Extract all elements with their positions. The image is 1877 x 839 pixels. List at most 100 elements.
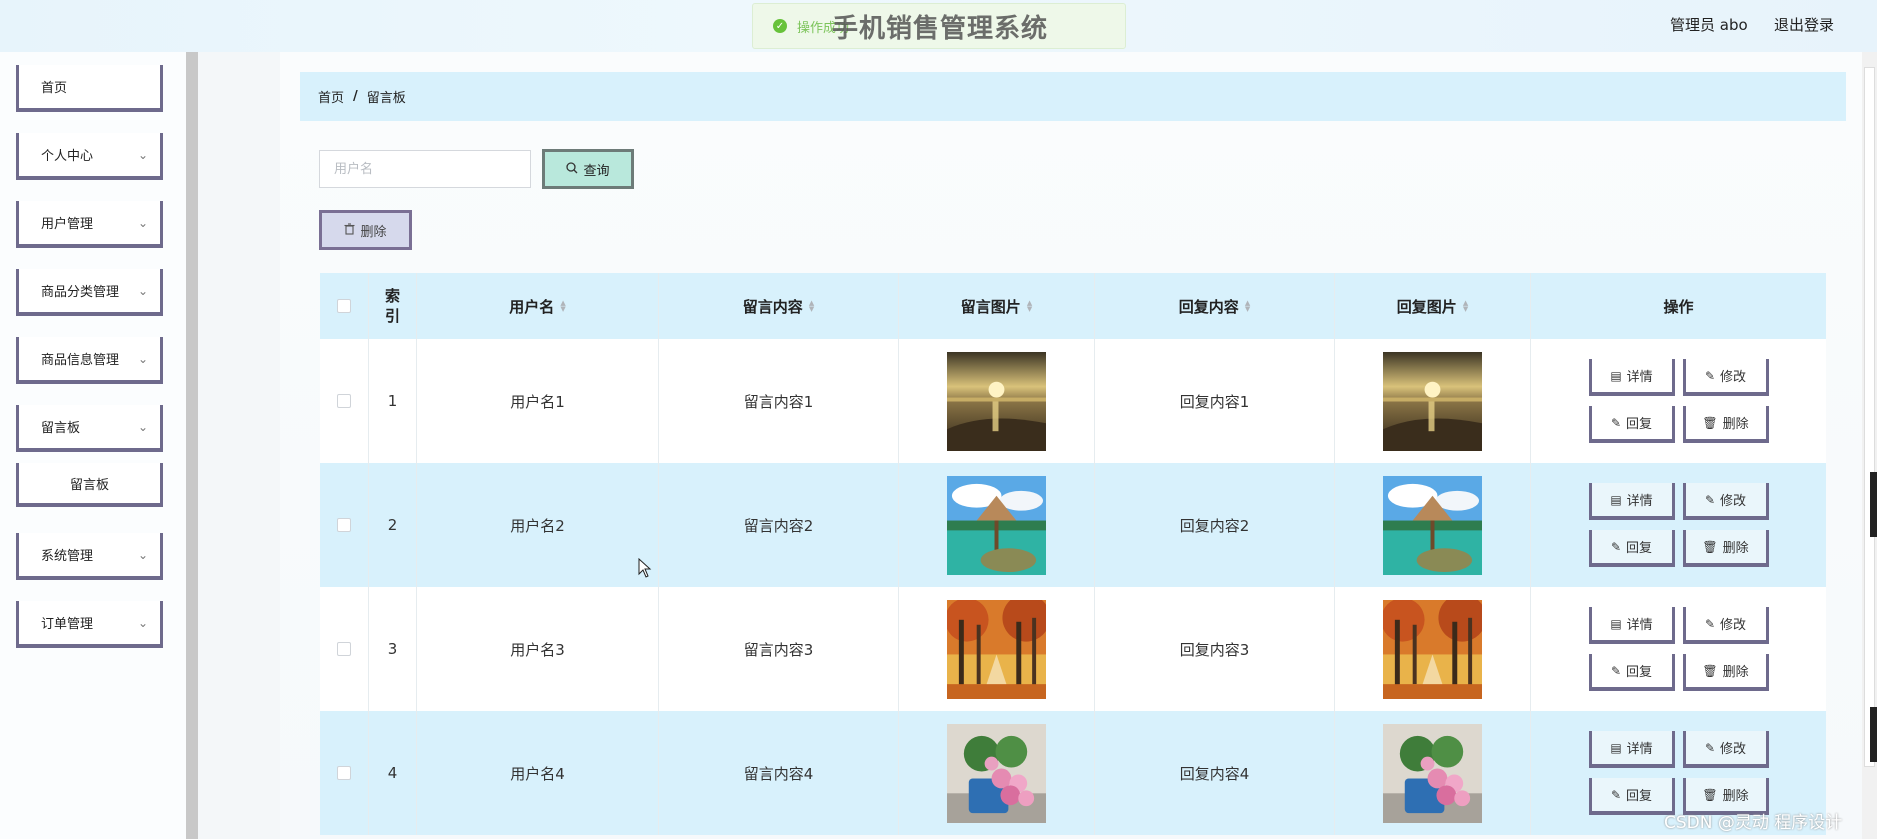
- reply-button[interactable]: ✎ 回复: [1588, 530, 1675, 567]
- edit-button[interactable]: ✎ 修改: [1682, 483, 1769, 520]
- delete-button[interactable]: 🗑 删除: [1682, 530, 1769, 567]
- detail-button-label: 详情: [1626, 370, 1653, 385]
- chevron-down-icon: ⌄: [137, 148, 148, 162]
- sidebar-scrollbar[interactable]: [186, 52, 198, 839]
- scrollbar-handle[interactable]: [1870, 472, 1877, 537]
- pencil-icon: ✎: [1610, 663, 1622, 678]
- reply-button[interactable]: ✎ 回复: [1588, 778, 1675, 815]
- delete-button[interactable]: 🗑 删除: [1682, 406, 1769, 443]
- delete-button[interactable]: 🗑 删除: [1682, 654, 1769, 691]
- chevron-down-icon: ⌄: [137, 216, 148, 230]
- table-row: 2 用户名2 留言内容2 回复内容2 ▤ 详情 ✎ 修改 ✎ 回复 🗑 删除: [320, 463, 1826, 587]
- header-index-line1: 索: [384, 287, 400, 305]
- header-message[interactable]: 留言内容 ▲ ▼: [659, 273, 899, 339]
- detail-button[interactable]: ▤ 详情: [1588, 483, 1675, 520]
- detail-button[interactable]: ▤ 详情: [1588, 731, 1675, 768]
- scrollbar-handle[interactable]: [1870, 707, 1877, 762]
- row-message-image[interactable]: [899, 463, 1095, 587]
- row-message-image[interactable]: [899, 339, 1095, 463]
- edit-button[interactable]: ✎ 修改: [1682, 359, 1769, 396]
- batch-delete-label: 删除: [360, 224, 387, 240]
- row-reply-image[interactable]: [1335, 339, 1531, 463]
- row-checkbox-cell: [320, 463, 369, 587]
- username-search-input[interactable]: [319, 150, 531, 188]
- select-all-checkbox[interactable]: [337, 299, 351, 313]
- document-icon: ▤: [1610, 616, 1622, 631]
- sidebar-item-profile[interactable]: 个人中心 ⌄: [16, 133, 163, 180]
- row-reply-image[interactable]: [1335, 711, 1531, 835]
- row-username: 用户名1: [417, 339, 659, 463]
- row-operations: ▤ 详情 ✎ 修改 ✎ 回复 🗑 删除: [1531, 587, 1826, 711]
- page-scrollbar[interactable]: [1862, 52, 1877, 839]
- header-username[interactable]: 用户名 ▲ ▼: [417, 273, 659, 339]
- batch-delete-button[interactable]: 删除: [319, 210, 412, 250]
- document-icon: ▤: [1610, 368, 1622, 383]
- edit-button[interactable]: ✎ 修改: [1682, 607, 1769, 644]
- delete-button-label: 删除: [1722, 665, 1749, 680]
- document-icon: ▤: [1610, 740, 1622, 755]
- scrollbar-track[interactable]: [1864, 67, 1875, 767]
- row-reply: 回复内容2: [1095, 463, 1335, 587]
- sort-icon: ▲ ▼: [808, 299, 815, 313]
- document-icon: ▤: [1610, 492, 1622, 507]
- logout-link[interactable]: 退出登录: [1774, 14, 1834, 35]
- detail-button[interactable]: ▤ 详情: [1588, 359, 1675, 396]
- sidebar-item-label: 用户管理: [41, 217, 94, 232]
- sidebar-item-users[interactable]: 用户管理 ⌄: [16, 201, 163, 248]
- detail-button-label: 详情: [1626, 742, 1653, 757]
- row-checkbox[interactable]: [337, 766, 351, 780]
- sidebar-item-system[interactable]: 系统管理 ⌄: [16, 533, 163, 580]
- row-reply-image[interactable]: [1335, 587, 1531, 711]
- header-image-label: 留言图片: [960, 297, 1021, 316]
- reply-button-label: 回复: [1626, 665, 1653, 680]
- sort-icon: ▲ ▼: [1244, 299, 1251, 313]
- breadcrumb-home[interactable]: 首页: [318, 87, 344, 106]
- row-message: 留言内容3: [659, 587, 899, 711]
- sidebar-item-label: 商品分类管理: [41, 285, 120, 300]
- sidebar-item-messages[interactable]: 留言板 ⌄: [16, 405, 163, 452]
- row-message: 留言内容2: [659, 463, 899, 587]
- breadcrumb-separator: /: [353, 89, 358, 104]
- edit-button[interactable]: ✎ 修改: [1682, 731, 1769, 768]
- delete-button-label: 删除: [1722, 789, 1749, 804]
- header-image[interactable]: 留言图片 ▲ ▼: [899, 273, 1095, 339]
- header-message-label: 留言内容: [742, 297, 803, 316]
- detail-button-label: 详情: [1626, 618, 1653, 633]
- reply-button-label: 回复: [1626, 789, 1653, 804]
- row-message-image[interactable]: [899, 711, 1095, 835]
- row-reply: 回复内容4: [1095, 711, 1335, 835]
- pencil-icon: ✎: [1610, 415, 1622, 430]
- reply-button[interactable]: ✎ 回复: [1588, 406, 1675, 443]
- header-index-line2: 引: [384, 307, 400, 325]
- table-row: 3 用户名3 留言内容3 回复内容3 ▤ 详情 ✎ 修改 ✎ 回复 🗑 删除: [320, 587, 1826, 711]
- sidebar-item-home[interactable]: 首页: [16, 65, 163, 112]
- row-message-image[interactable]: [899, 587, 1095, 711]
- mouse-cursor-icon: [638, 558, 652, 578]
- sidebar-item-categories[interactable]: 商品分类管理 ⌄: [16, 269, 163, 316]
- sort-icon: ▲ ▼: [1462, 299, 1469, 313]
- row-checkbox-cell: [320, 587, 369, 711]
- header-reply-image[interactable]: 回复图片 ▲ ▼: [1335, 273, 1531, 339]
- chevron-down-icon: ⌄: [137, 352, 148, 366]
- sidebar-item-orders[interactable]: 订单管理 ⌄: [16, 601, 163, 648]
- sidebar-item-products[interactable]: 商品信息管理 ⌄: [16, 337, 163, 384]
- row-reply-image[interactable]: [1335, 463, 1531, 587]
- header-reply-image-label: 回复图片: [1396, 297, 1457, 316]
- sidebar-subitem-messages[interactable]: 留言板: [16, 463, 163, 507]
- sidebar-item-label: 个人中心: [41, 149, 94, 164]
- row-username: 用户名3: [417, 587, 659, 711]
- header-username-label: 用户名: [509, 297, 555, 316]
- detail-button[interactable]: ▤ 详情: [1588, 607, 1675, 644]
- sort-icon: ▲ ▼: [560, 299, 566, 313]
- row-checkbox[interactable]: [337, 394, 351, 408]
- search-button[interactable]: 查询: [542, 149, 634, 189]
- breadcrumb-current: 留言板: [366, 91, 406, 106]
- reply-button[interactable]: ✎ 回复: [1588, 654, 1675, 691]
- table-body: 1 用户名1 留言内容1 回复内容1 ▤ 详情 ✎ 修改 ✎ 回复 🗑 删除 2 用户名2 留言内容2 回复内…: [320, 339, 1826, 835]
- row-checkbox[interactable]: [337, 518, 351, 532]
- row-username: 用户名2: [417, 463, 659, 587]
- reply-button-label: 回复: [1626, 541, 1653, 556]
- trash-icon: 🗑: [1702, 787, 1718, 802]
- row-checkbox[interactable]: [337, 642, 351, 656]
- header-reply[interactable]: 回复内容 ▲ ▼: [1095, 273, 1335, 339]
